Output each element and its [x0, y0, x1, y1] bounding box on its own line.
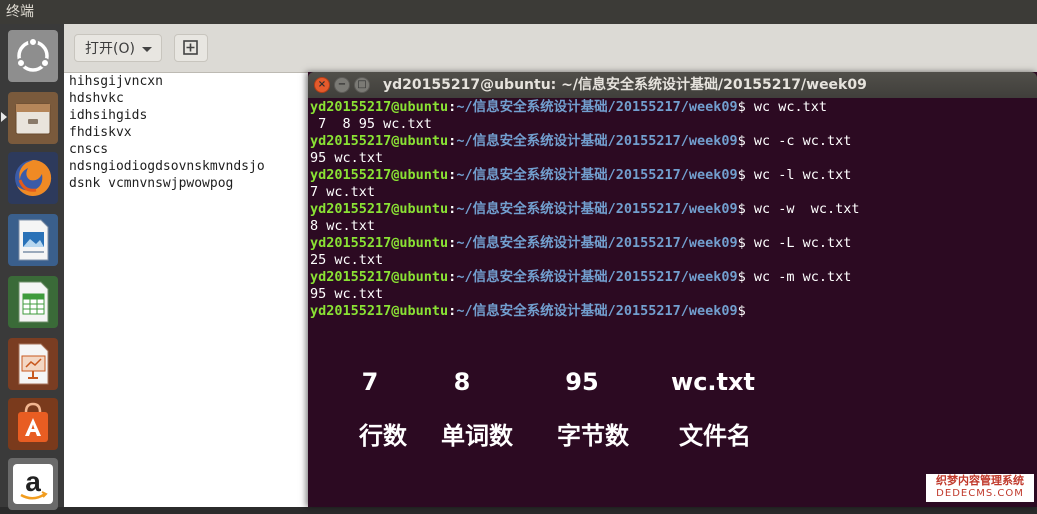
terminal-command-line: yd20155217@ubuntu:~/信息安全系统设计基础/20155217/… [310, 99, 1035, 116]
annotation-value-bytes: 95 [565, 368, 599, 396]
maximize-icon: □ [357, 79, 367, 90]
prompt-path: ~/信息安全系统设计基础/20155217/week09 [456, 167, 738, 183]
annotation-label-words: 单词数 [441, 422, 513, 450]
editor-line: cnscs [69, 142, 109, 157]
prompt-dollar: $ [737, 133, 746, 149]
terminal-command-line: yd20155217@ubuntu:~/信息安全系统设计基础/20155217/… [310, 235, 1035, 252]
new-tab-button[interactable] [174, 34, 208, 62]
editor-line: hdshvkc [69, 91, 124, 106]
prompt-user: yd20155217@ubuntu [310, 167, 449, 183]
prompt-path: ~/信息安全系统设计基础/20155217/week09 [456, 269, 738, 285]
editor-line: fhdiskvx [69, 125, 132, 140]
top-panel-title: 终端 [6, 4, 34, 20]
dash-icon[interactable] [8, 30, 58, 82]
firefox-icon[interactable] [8, 152, 58, 204]
prompt-dollar: $ [737, 235, 746, 251]
terminal-command-line: yd20155217@ubuntu:~/信息安全系统设计基础/20155217/… [310, 133, 1035, 150]
annotation-value-filename: wc.txt [671, 368, 755, 396]
prompt-user: yd20155217@ubuntu [310, 201, 449, 217]
open-button[interactable]: 打开(O) [74, 34, 162, 62]
new-document-icon [183, 40, 198, 55]
editor-line: dsnk vcmnvnswjpwowpog [69, 176, 234, 191]
editor-line: hihsgijvncxn [69, 74, 163, 89]
command-text: wc wc.txt [745, 99, 828, 115]
svg-text:a: a [25, 466, 41, 497]
prompt-user: yd20155217@ubuntu [310, 99, 449, 115]
calc-spreadsheet-icon[interactable] [8, 276, 58, 328]
prompt-path: ~/信息安全系统设计基础/20155217/week09 [456, 133, 738, 149]
editor-line: idhsihgids [69, 108, 148, 123]
terminal-command-line: yd20155217@ubuntu:~/信息安全系统设计基础/20155217/… [310, 303, 1035, 320]
top-panel: 终端 [0, 0, 1037, 24]
impress-presentation-icon[interactable] [8, 338, 58, 390]
annotation-label-bytes: 字节数 [557, 422, 629, 450]
editor-line: ndsngiodiogdsovnskmvndsjo [69, 159, 265, 174]
terminal-command-line: yd20155217@ubuntu:~/信息安全系统设计基础/20155217/… [310, 167, 1035, 184]
terminal-output-line: 95 wc.txt [310, 150, 384, 166]
chevron-down-icon [142, 47, 152, 52]
terminal-output[interactable]: yd20155217@ubuntu:~/信息安全系统设计基础/20155217/… [310, 99, 1035, 320]
annotation-label-filename: 文件名 [679, 422, 751, 450]
prompt-dollar: $ [737, 201, 746, 217]
prompt-dollar: $ [737, 167, 746, 183]
terminal-title: yd20155217@ubuntu: ~/信息安全系统设计基础/20155217… [383, 77, 867, 93]
watermark-line2: DEDECMS.COM [936, 488, 1024, 499]
terminal-command-line: yd20155217@ubuntu:~/信息安全系统设计基础/20155217/… [310, 201, 1035, 218]
terminal-titlebar[interactable]: × − □ yd20155217@ubuntu: ~/信息安全系统设计基础/20… [308, 72, 1037, 98]
launcher: a [0, 24, 64, 510]
prompt-path: ~/信息安全系统设计基础/20155217/week09 [456, 201, 738, 217]
prompt-user: yd20155217@ubuntu [310, 235, 449, 251]
prompt-user: yd20155217@ubuntu [310, 269, 449, 285]
prompt-path: ~/信息安全系统设计基础/20155217/week09 [456, 99, 738, 115]
watermark-logo: 织梦内容管理系统 DEDECMS.COM [926, 474, 1034, 502]
maximize-button[interactable]: □ [354, 77, 370, 93]
minimize-icon: − [337, 79, 347, 90]
prompt-path: ~/信息安全系统设计基础/20155217/week09 [456, 235, 738, 251]
prompt-dollar: $ [737, 269, 746, 285]
command-text: wc -l wc.txt [745, 167, 852, 183]
annotation-value-words: 8 [453, 368, 471, 396]
annotation-label-lines: 行数 [359, 422, 407, 450]
terminal-output-line: 95 wc.txt [310, 286, 384, 302]
editor-lines: hihsgijvncxn hdshvkc idhsihgids fhdiskvx cns… [69, 73, 265, 192]
prompt-user: yd20155217@ubuntu [310, 133, 449, 149]
terminal-window: × − □ yd20155217@ubuntu: ~/信息安全系统设计基础/20… [308, 72, 1037, 507]
command-text: wc -c wc.txt [745, 133, 852, 149]
software-center-icon[interactable] [8, 398, 58, 450]
terminal-output-line: 7 8 95 wc.txt [310, 116, 432, 132]
command-text: wc -L wc.txt [745, 235, 852, 251]
prompt-user: yd20155217@ubuntu [310, 303, 449, 319]
open-button-label: 打开(O) [85, 41, 135, 57]
files-icon[interactable] [8, 92, 58, 144]
command-text: wc -m wc.txt [745, 269, 852, 285]
annotation-value-lines: 7 [361, 368, 379, 396]
terminal-command-line: yd20155217@ubuntu:~/信息安全系统设计基础/20155217/… [310, 269, 1035, 286]
amazon-icon[interactable]: a [8, 458, 58, 510]
terminal-output-line: 25 wc.txt [310, 252, 384, 268]
minimize-button[interactable]: − [334, 77, 350, 93]
writer-image-icon[interactable] [8, 214, 58, 266]
active-app-indicator [1, 112, 7, 122]
terminal-output-line: 7 wc.txt [310, 184, 376, 200]
prompt-path: ~/信息安全系统设计基础/20155217/week09 [456, 303, 738, 319]
watermark-line1: 织梦内容管理系统 [936, 474, 1024, 487]
close-icon: × [317, 79, 327, 90]
prompt-dollar: $ [737, 303, 746, 319]
prompt-dollar: $ [737, 99, 746, 115]
editor-toolbar: 打开(O) [64, 24, 1037, 73]
command-text: wc -w wc.txt [745, 201, 860, 217]
close-button[interactable]: × [314, 77, 330, 93]
terminal-output-line: 8 wc.txt [310, 218, 376, 234]
